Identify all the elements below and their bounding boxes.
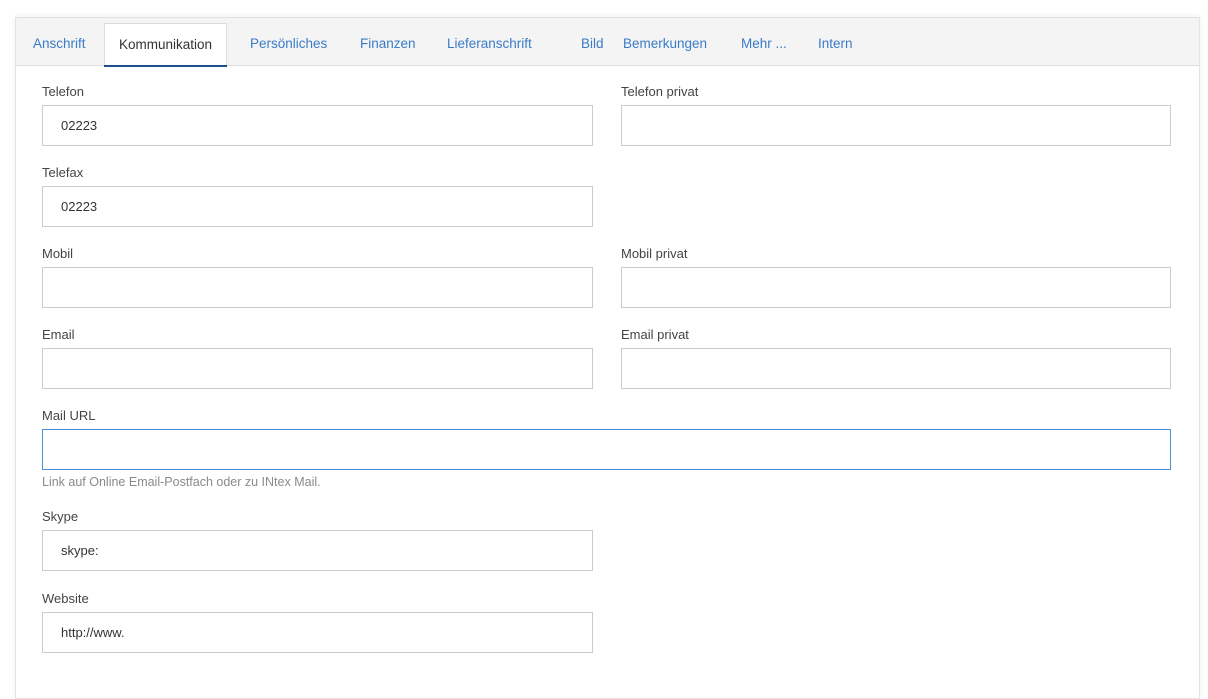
email-privat-label: Email privat xyxy=(621,327,689,342)
tab-finanzen[interactable]: Finanzen xyxy=(360,18,416,65)
telefax-label: Telefax xyxy=(42,165,84,180)
telefax-input[interactable] xyxy=(42,186,593,227)
telefon-input[interactable] xyxy=(42,105,593,146)
tab-anschrift[interactable]: Anschrift xyxy=(33,18,86,65)
tab-bemerkungen[interactable]: Bemerkungen xyxy=(623,18,707,65)
email-privat-input[interactable] xyxy=(621,348,1171,389)
mobil-label: Mobil xyxy=(42,246,74,261)
mobil-input[interactable] xyxy=(42,267,593,308)
website-input[interactable] xyxy=(42,612,593,653)
tab-persoenliches[interactable]: Persönliches xyxy=(250,18,327,65)
mail-url-label: Mail URL xyxy=(42,408,96,423)
mail-url-input[interactable] xyxy=(42,429,1171,470)
skype-input[interactable] xyxy=(42,530,593,571)
mail-url-hint: Link auf Online Email-Postfach oder zu I… xyxy=(42,475,321,489)
email-label: Email xyxy=(42,327,75,342)
skype-label: Skype xyxy=(42,509,79,524)
tab-intern[interactable]: Intern xyxy=(818,18,853,65)
mobil-privat-label: Mobil privat xyxy=(621,246,688,261)
telefon-label: Telefon xyxy=(42,84,84,99)
telefon-privat-input[interactable] xyxy=(621,105,1171,146)
tab-lieferanschrift[interactable]: Lieferanschrift xyxy=(447,18,532,65)
tab-kommunikation[interactable]: Kommunikation xyxy=(104,23,228,67)
telefon-privat-label: Telefon privat xyxy=(621,84,699,99)
website-label: Website xyxy=(42,591,89,606)
mobil-privat-input[interactable] xyxy=(621,267,1171,308)
form-panel: Anschrift Kommunikation Persönliches Fin… xyxy=(15,17,1200,699)
tab-bild[interactable]: Bild xyxy=(581,18,604,65)
tab-bar: Anschrift Kommunikation Persönliches Fin… xyxy=(16,18,1199,67)
tab-mehr[interactable]: Mehr ... xyxy=(741,18,787,65)
email-input[interactable] xyxy=(42,348,593,389)
